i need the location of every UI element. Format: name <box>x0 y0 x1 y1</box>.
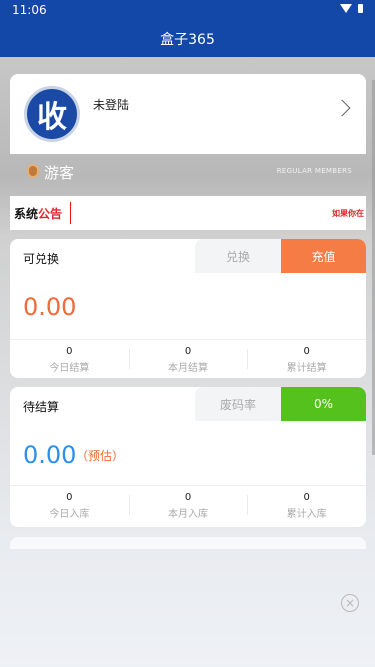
avatar[interactable]: 收 <box>24 86 80 142</box>
exchange-card: 可兑换 兑换 充值 0.00 0 今日结算 0 本月结算 0 累计结算 <box>10 239 366 378</box>
exchange-title: 可兑换 <box>23 252 60 266</box>
notice-divider <box>70 202 71 224</box>
battery-icon <box>358 4 363 13</box>
pending-stats: 0 今日入库 0 本月入库 0 累计入库 <box>10 486 366 526</box>
login-status[interactable]: 未登陆 <box>93 96 129 113</box>
stat-label: 本月入库 <box>168 509 208 520</box>
stat-label: 今日结算 <box>49 363 90 374</box>
profile-card[interactable]: 收 未登陆 <box>10 74 366 154</box>
stat-label: 今日入库 <box>49 509 90 520</box>
status-time: 11:06 <box>12 3 47 17</box>
estimate-label: （预估） <box>76 449 125 463</box>
stat-value: 0 <box>66 346 73 357</box>
notice-marquee-text[interactable]: 如果你在 <box>332 208 364 219</box>
stat-total-settled: 0 累计结算 <box>247 340 366 378</box>
waste-rate-value: 0% <box>281 387 366 421</box>
stat-value: 0 <box>303 492 310 503</box>
stat-value: 0 <box>303 346 310 357</box>
exchange-button[interactable]: 兑换 <box>195 239 281 273</box>
stat-today-settled: 0 今日结算 <box>10 340 129 378</box>
notice-label: 系统公告 <box>14 205 62 222</box>
stat-today-stored: 0 今日入库 <box>10 486 129 526</box>
medal-icon <box>27 164 39 178</box>
status-icons <box>340 4 363 13</box>
chevron-right-icon[interactable] <box>333 99 351 117</box>
member-level: 游客 <box>44 164 75 182</box>
stat-label: 本月结算 <box>168 363 208 374</box>
pending-card: 待结算 废码率 0% 0.00 （预估） 0 今日入库 0 本月入库 0 累计入… <box>10 387 366 527</box>
page-title: 盒子365 <box>160 32 215 48</box>
stat-month-stored: 0 本月入库 <box>128 486 248 526</box>
stat-value: 0 <box>66 492 73 503</box>
member-tier-label: REGULAR MEMBERS <box>276 167 352 175</box>
stat-label: 累计入库 <box>286 509 327 520</box>
pending-amount: 0.00 <box>23 441 77 469</box>
member-bar: 游客 REGULAR MEMBERS <box>10 154 366 188</box>
recharge-button[interactable]: 充值 <box>281 239 366 273</box>
notice-label-red: 公告 <box>38 207 63 221</box>
close-icon[interactable]: × <box>341 594 359 612</box>
app-header: 11:06 盒子365 <box>0 0 375 57</box>
next-card-stub <box>10 537 366 549</box>
notice-label-black: 系统 <box>14 207 39 221</box>
pending-title: 待结算 <box>23 400 60 414</box>
wifi-icon <box>340 4 352 13</box>
exchange-amount: 0.00 <box>23 293 77 321</box>
stat-value: 0 <box>184 346 192 357</box>
exchange-stats: 0 今日结算 0 本月结算 0 累计结算 <box>10 340 366 378</box>
stat-month-settled: 0 本月结算 <box>128 340 248 378</box>
stat-total-stored: 0 累计入库 <box>247 486 366 526</box>
stat-value: 0 <box>184 492 192 503</box>
waste-rate-label: 废码率 <box>195 387 281 421</box>
stat-label: 累计结算 <box>286 363 327 374</box>
system-notice[interactable]: 系统公告 如果你在 <box>10 196 366 230</box>
